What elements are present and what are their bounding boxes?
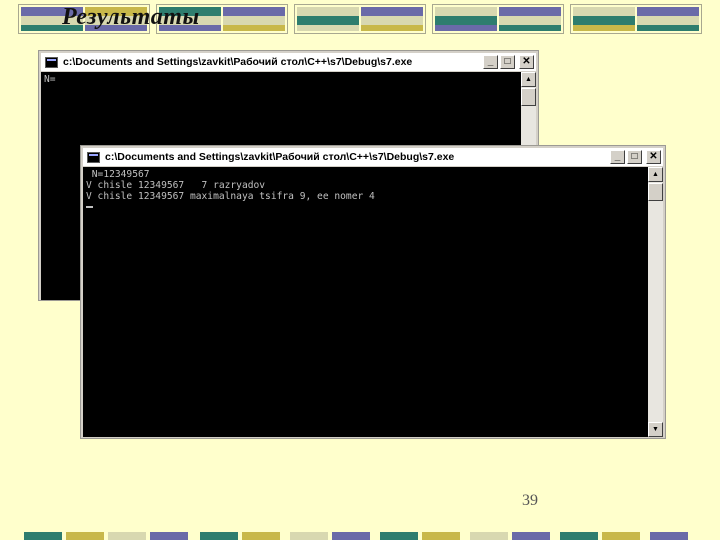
console-app-icon[interactable]: [45, 56, 58, 68]
page-number: 39: [522, 492, 538, 509]
scroll-up-button[interactable]: ▲: [521, 72, 536, 87]
scroll-down-button[interactable]: ▼: [648, 422, 663, 437]
scroll-up-button[interactable]: ▲: [648, 167, 663, 182]
minimize-button[interactable]: _: [610, 150, 625, 164]
console-line: V chisle 12349567 maximalnaya tsifra 9, …: [86, 191, 375, 202]
header-tile: [432, 4, 564, 34]
slide-title: Результаты: [62, 4, 200, 30]
maximize-button[interactable]: □: [500, 55, 515, 69]
close-button[interactable]: ✕: [519, 55, 534, 69]
header-tile: [294, 4, 426, 34]
scroll-thumb[interactable]: [521, 88, 536, 106]
console-line: V chisle 12349567 7 razryadov: [86, 180, 266, 191]
console-window-front[interactable]: c:\Documents and Settings\zavkit\Рабочий…: [80, 145, 666, 439]
close-button[interactable]: ✕: [646, 150, 661, 164]
footer-decoration: [0, 532, 720, 540]
vertical-scrollbar[interactable]: ▲ ▼: [648, 167, 663, 437]
scroll-thumb[interactable]: [648, 183, 663, 201]
minimize-button[interactable]: _: [483, 55, 498, 69]
text-cursor: [86, 206, 93, 208]
console-output-area[interactable]: N=12349567 V chisle 12349567 7 razryadov…: [83, 167, 648, 437]
window-titlebar[interactable]: c:\Documents and Settings\zavkit\Рабочий…: [83, 148, 663, 166]
maximize-button[interactable]: □: [627, 150, 642, 164]
console-text: N=12349567 V chisle 12349567 7 razryadov…: [83, 167, 648, 213]
header-tile: [570, 4, 702, 34]
console-line: N=12349567: [86, 169, 150, 180]
console-app-icon[interactable]: [87, 151, 100, 163]
window-title: c:\Documents and Settings\zavkit\Рабочий…: [105, 151, 455, 163]
window-titlebar[interactable]: c:\Documents and Settings\zavkit\Рабочий…: [41, 53, 536, 71]
console-text: N=: [44, 74, 56, 85]
window-title: c:\Documents and Settings\zavkit\Рабочий…: [63, 56, 413, 68]
